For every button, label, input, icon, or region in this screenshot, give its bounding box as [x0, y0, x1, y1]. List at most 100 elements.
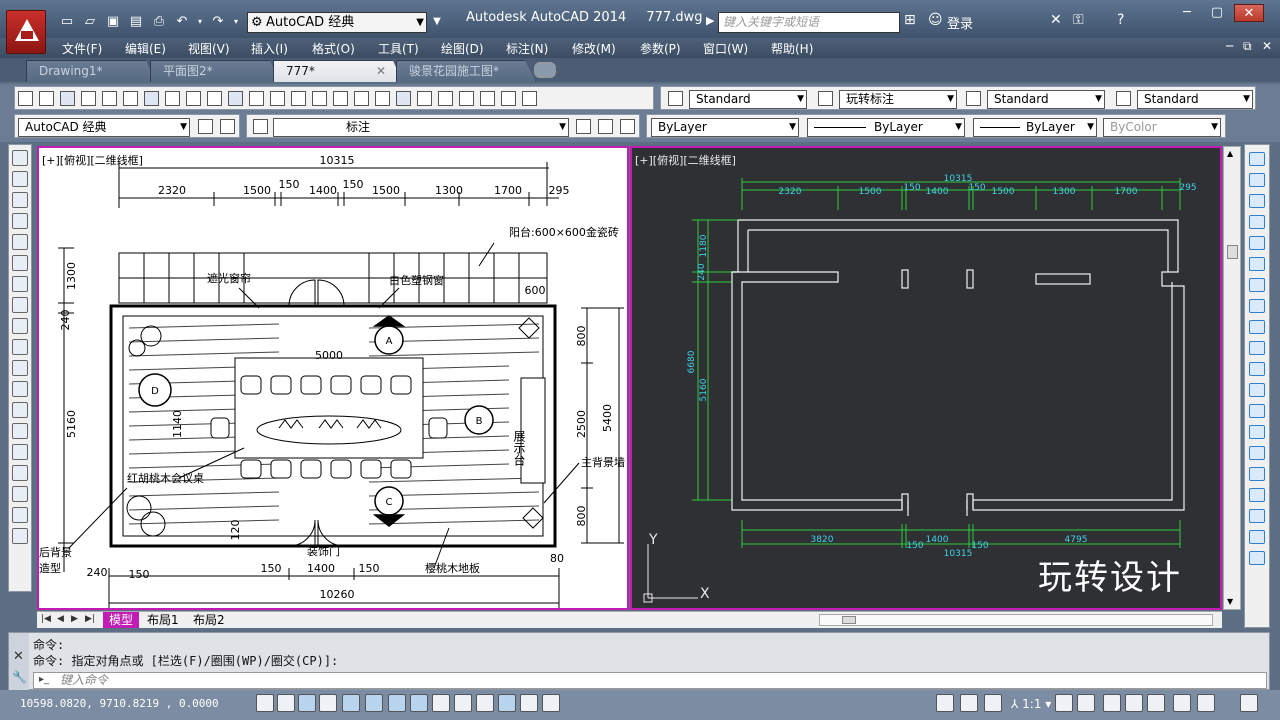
mleader-style-icon[interactable]	[1116, 91, 1131, 106]
menu-format[interactable]: 格式(O)	[312, 40, 355, 57]
menu-draw[interactable]: 绘图(D)	[441, 40, 484, 57]
scroll-thumb[interactable]	[842, 616, 856, 624]
mtext-icon[interactable]	[12, 528, 28, 544]
blockeditor-icon[interactable]	[249, 91, 264, 106]
save-icon[interactable]: ▣	[104, 13, 122, 30]
break-icon[interactable]	[1249, 404, 1265, 418]
markup-icon[interactable]	[480, 91, 495, 106]
erase-icon[interactable]	[1249, 152, 1265, 166]
3d-object-snap-icon[interactable]	[388, 694, 406, 712]
toolpalettes-icon[interactable]	[438, 91, 453, 106]
doc-close-button[interactable]: ✕	[1262, 39, 1272, 53]
open-file-icon[interactable]: ▱	[81, 13, 99, 30]
workspace-toolbar-dropdown[interactable]: AutoCAD 经典 ▼	[18, 118, 190, 137]
make-current-layer-icon[interactable]	[576, 119, 591, 134]
table-style-icon[interactable]	[966, 91, 981, 106]
make-block-icon[interactable]	[12, 402, 28, 418]
linetype-dropdown[interactable]: ByLayer ▼	[807, 118, 965, 137]
draworder-back-icon[interactable]	[1249, 551, 1265, 565]
offset-icon[interactable]	[1249, 215, 1265, 229]
coordinate-readout[interactable]: 10598.0820, 9710.8219 , 0.0000	[20, 697, 219, 710]
zoom-realtime-icon[interactable]	[333, 91, 348, 106]
dynamic-input-icon[interactable]	[454, 694, 472, 712]
plot-icon[interactable]: ⎙	[150, 13, 168, 30]
fillet-icon[interactable]	[1249, 467, 1265, 481]
file-tab[interactable]: 平面图2*	[150, 60, 280, 82]
menu-insert[interactable]: 插入(I)	[251, 40, 288, 57]
menu-edit[interactable]: 编辑(E)	[125, 40, 166, 57]
move-icon[interactable]	[1249, 257, 1265, 271]
stretch-icon[interactable]	[1249, 320, 1265, 334]
customize-qat-icon[interactable]: ▼	[428, 13, 446, 30]
circle-icon[interactable]	[12, 276, 28, 292]
close-icon[interactable]: ✕	[13, 649, 24, 664]
plot-icon[interactable]	[81, 91, 96, 106]
annotation-visibility-icon[interactable]	[1055, 694, 1073, 712]
command-input[interactable]: 键入命令	[33, 672, 1267, 689]
quick-view-drawings-icon[interactable]	[984, 694, 1002, 712]
close-tab-icon[interactable]: ✕	[376, 61, 386, 81]
file-tab-active[interactable]: 777* ✕	[273, 60, 403, 82]
ortho-mode-icon[interactable]	[319, 694, 337, 712]
left-viewport[interactable]: [+][俯视][二维线框] A B C D 10315 2320 1500 15…	[37, 146, 629, 610]
last-layout-icon[interactable]: ▶|	[85, 614, 95, 624]
wrench-icon[interactable]: 🔧	[12, 670, 27, 684]
gradient-icon[interactable]	[12, 465, 28, 481]
quick-properties-icon[interactable]	[520, 694, 538, 712]
insert-block-icon[interactable]	[12, 381, 28, 397]
hatch-icon[interactable]	[12, 444, 28, 460]
undo-icon[interactable]	[270, 91, 285, 106]
trim-icon[interactable]	[1249, 341, 1265, 355]
lineweight-dropdown[interactable]: ByLayer ▼	[973, 118, 1097, 137]
workspace-settings-icon[interactable]	[220, 119, 235, 134]
gear-icon[interactable]	[198, 119, 213, 134]
menu-parametric[interactable]: 参数(P)	[640, 40, 681, 57]
blend-icon[interactable]	[1249, 488, 1265, 502]
line-icon[interactable]	[12, 150, 28, 166]
redo-icon[interactable]: ↷	[209, 13, 227, 30]
layer-previous-icon[interactable]	[598, 119, 613, 134]
menu-help[interactable]: 帮助(H)	[771, 40, 813, 57]
save-icon[interactable]	[60, 91, 75, 106]
construction-line-icon[interactable]	[12, 171, 28, 187]
open-icon[interactable]	[39, 91, 54, 106]
help-icon[interactable]	[522, 91, 537, 106]
viewport-label[interactable]: [+][俯视][二维线框]	[635, 152, 736, 168]
dim-style-icon[interactable]	[818, 91, 833, 106]
grid-display-icon[interactable]	[298, 694, 316, 712]
polar-tracking-icon[interactable]	[342, 694, 360, 712]
color-dropdown[interactable]: ByLayer ▼	[651, 118, 799, 137]
selection-cycling-icon[interactable]	[542, 694, 560, 712]
new-file-icon[interactable]: ▭	[58, 13, 76, 30]
extend-icon[interactable]	[1249, 362, 1265, 376]
transparency-icon[interactable]	[498, 694, 516, 712]
object-snap-tracking-icon[interactable]	[410, 694, 428, 712]
prev-layout-icon[interactable]: ◀	[57, 614, 64, 624]
text-style-icon[interactable]	[668, 91, 683, 106]
doc-restore-button[interactable]: ⧉	[1243, 39, 1252, 54]
auto-scale-icon[interactable]	[1077, 694, 1095, 712]
search-input[interactable]: 键入关键字或短语	[718, 12, 900, 33]
qnew-icon[interactable]	[18, 91, 33, 106]
designcenter-icon[interactable]	[417, 91, 432, 106]
menu-tools[interactable]: 工具(T)	[378, 40, 419, 57]
scale-icon[interactable]	[1249, 299, 1265, 313]
3dprint-icon[interactable]	[144, 91, 159, 106]
point-icon[interactable]	[12, 423, 28, 439]
file-tab[interactable]: Drawing1*	[26, 60, 156, 82]
properties-icon[interactable]	[396, 91, 411, 106]
hardware-acceleration-icon[interactable]	[1147, 694, 1165, 712]
isolate-objects-icon[interactable]	[1173, 694, 1191, 712]
draworder-icon[interactable]	[1249, 530, 1265, 544]
exchange-icon[interactable]: ✕	[1050, 12, 1062, 28]
copy-object-icon[interactable]	[1249, 173, 1265, 187]
workspace-dropdown[interactable]: ⚙ AutoCAD 经典 ▼	[247, 12, 427, 33]
mirror-icon[interactable]	[1249, 194, 1265, 208]
ellipse-arc-icon[interactable]	[12, 360, 28, 376]
menu-window[interactable]: 窗口(W)	[703, 40, 748, 57]
spline-icon[interactable]	[12, 318, 28, 334]
login-link[interactable]: 登录	[947, 13, 973, 32]
quick-view-layouts-icon[interactable]	[960, 694, 978, 712]
scroll-up-icon[interactable]: ▲	[1227, 149, 1233, 158]
polygon-icon[interactable]	[12, 213, 28, 229]
